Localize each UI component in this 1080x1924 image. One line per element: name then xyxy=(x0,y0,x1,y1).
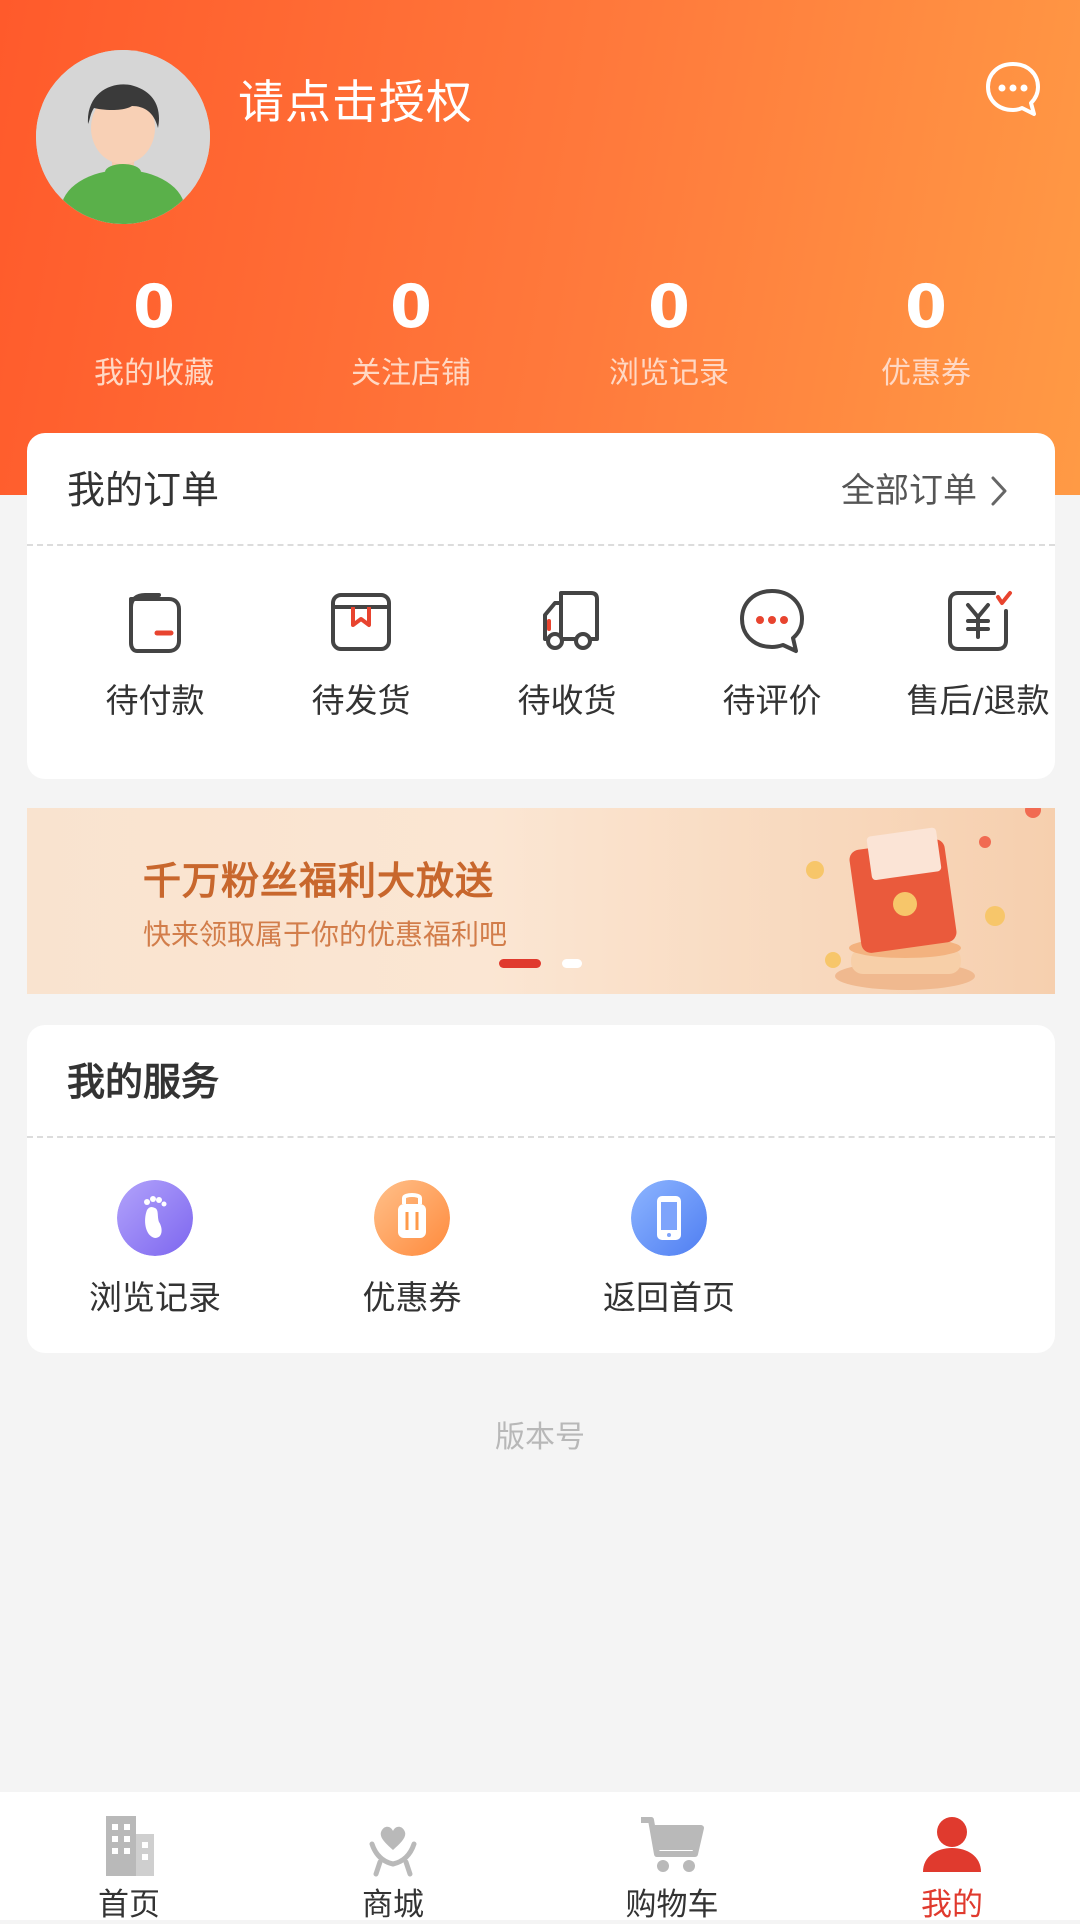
stat-coupons[interactable]: 0 优惠券 xyxy=(821,272,1031,394)
tab-home[interactable]: 首页 xyxy=(29,1792,229,1924)
cart-icon xyxy=(641,1817,704,1872)
order-after-sales-refund[interactable]: 售后/退款 xyxy=(875,585,1080,723)
stat-value: 0 xyxy=(648,272,690,342)
phone-icon xyxy=(631,1180,707,1256)
stat-followed-shops[interactable]: 0 关注店铺 xyxy=(306,272,516,394)
order-label: 售后/退款 xyxy=(906,681,1050,720)
order-label: 待付款 xyxy=(105,681,205,720)
order-pending-review[interactable]: 待评价 xyxy=(669,585,875,723)
tab-label: 购物车 xyxy=(625,1887,719,1923)
comment-icon xyxy=(740,589,804,653)
coupon-bag-icon xyxy=(374,1180,450,1256)
promo-banner[interactable]: 千万粉丝福利大放送 快来领取属于你的优惠福利吧 xyxy=(27,808,1055,994)
box-icon xyxy=(331,593,391,651)
authorize-prompt[interactable]: 请点击授权 xyxy=(238,72,473,132)
services-title: 我的服务 xyxy=(67,1060,220,1104)
service-label: 返回首页 xyxy=(603,1278,735,1317)
service-browse-history[interactable]: 浏览记录 xyxy=(50,1180,260,1320)
truck-icon xyxy=(543,591,599,650)
profile-header: 请点击授权 0 我的收藏 0 关注店铺 0 浏览记录 0 优惠券 xyxy=(0,0,1080,495)
banner-subtitle: 快来领取属于你的优惠福利吧 xyxy=(143,918,508,951)
avatar-person-icon xyxy=(36,50,210,224)
service-coupons[interactable]: 优惠券 xyxy=(307,1180,517,1320)
services-card-header: 我的服务 xyxy=(27,1025,1055,1138)
building-icon xyxy=(106,1816,154,1876)
tab-cart[interactable]: 购物车 xyxy=(572,1792,772,1924)
tab-label: 我的 xyxy=(921,1887,983,1923)
stat-label: 优惠券 xyxy=(881,356,971,391)
message-icon[interactable] xyxy=(984,60,1042,118)
stat-value: 0 xyxy=(905,272,947,342)
all-orders-link[interactable]: 全部订单 xyxy=(841,469,1009,513)
order-pending-shipment[interactable]: 待发货 xyxy=(258,585,464,723)
orders-card-header: 我的订单 全部订单 xyxy=(27,433,1055,546)
order-label: 待发货 xyxy=(311,681,411,720)
user-icon xyxy=(923,1817,981,1872)
stat-browse-history[interactable]: 0 浏览记录 xyxy=(564,272,774,394)
banner-title: 千万粉丝福利大放送 xyxy=(143,859,495,903)
chevron-right-icon xyxy=(991,476,1007,506)
avatar[interactable] xyxy=(36,50,210,224)
service-back-home[interactable]: 返回首页 xyxy=(564,1180,774,1320)
order-pending-payment[interactable]: 待付款 xyxy=(52,585,258,723)
banner-indicator-active[interactable] xyxy=(499,959,541,968)
stat-favorites[interactable]: 0 我的收藏 xyxy=(49,272,259,394)
version-number: 版本号 xyxy=(495,1420,585,1455)
order-label: 待评价 xyxy=(722,681,822,720)
orders-card: 我的订单 全部订单 待付款 待发货 待收货 待评价 售后/退款 xyxy=(27,433,1055,779)
stat-value: 0 xyxy=(390,272,432,342)
orders-title: 我的订单 xyxy=(67,468,220,512)
tab-mall[interactable]: 商城 xyxy=(293,1792,493,1924)
bottom-tab-bar: 首页 商城 购物车 我的 xyxy=(0,1792,1080,1923)
stat-label: 我的收藏 xyxy=(94,356,214,391)
wallet-icon xyxy=(129,593,181,653)
service-label: 优惠券 xyxy=(362,1278,462,1317)
all-orders-label: 全部订单 xyxy=(841,471,977,511)
stat-label: 浏览记录 xyxy=(609,356,729,391)
tab-label: 首页 xyxy=(98,1887,160,1923)
service-label: 浏览记录 xyxy=(89,1278,221,1317)
tab-mine[interactable]: 我的 xyxy=(852,1792,1052,1924)
red-envelope-illustration xyxy=(806,808,1041,990)
banner-indicator[interactable] xyxy=(562,959,582,968)
stat-label: 关注店铺 xyxy=(351,356,471,391)
refund-icon xyxy=(948,591,1012,651)
mall-heart-icon xyxy=(369,1826,417,1877)
footprint-icon xyxy=(117,1180,193,1256)
order-label: 待收货 xyxy=(517,681,617,720)
tab-label: 商城 xyxy=(362,1887,424,1923)
order-pending-receipt[interactable]: 待收货 xyxy=(464,585,670,723)
stat-value: 0 xyxy=(133,272,175,342)
